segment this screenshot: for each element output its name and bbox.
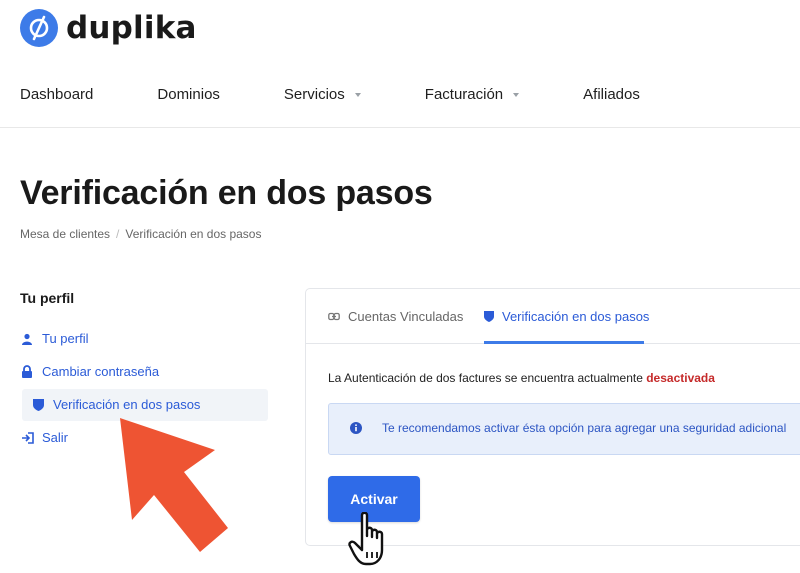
annotation-arrow-icon (120, 418, 228, 552)
brand-name: duplika (66, 10, 197, 46)
logout-icon (20, 431, 34, 445)
sidebar-heading: Tu perfil (20, 290, 75, 306)
nav-label: Facturación (424, 86, 504, 103)
shield-icon (484, 311, 494, 322)
header-divider (0, 127, 800, 128)
sidebar-item-change-password[interactable]: Cambiar contraseña (20, 364, 159, 379)
tab-label: Cuentas Vinculadas (348, 309, 464, 324)
breadcrumb-current: Verificación en dos pasos (125, 227, 262, 241)
duplika-logo-icon (20, 9, 58, 47)
brand-logo[interactable]: duplika (20, 9, 197, 47)
alert-message: Te recomendamos activar ésta opción para… (382, 421, 787, 435)
tab-two-step[interactable]: Verificación en dos pasos (484, 309, 649, 324)
sidebar-item-profile[interactable]: Tu perfil (20, 331, 88, 346)
tab-label: Verificación en dos pasos (502, 309, 650, 324)
two-step-status: La Autenticación de dos factures se encu… (328, 371, 715, 385)
breadcrumb-separator: / (116, 227, 120, 241)
status-text: La Autenticación de dos factures se encu… (328, 371, 647, 385)
hand-cursor-icon (348, 512, 384, 566)
tab-linked-accounts[interactable]: Cuentas Vinculadas (328, 309, 463, 324)
nav-label: Dashboard (20, 86, 94, 103)
main-nav: Dashboard Dominios Servicios Facturación… (20, 86, 704, 103)
sidebar-item-label: Cambiar contraseña (42, 364, 160, 379)
breadcrumb-home[interactable]: Mesa de clientes (20, 227, 110, 241)
status-badge: desactivada (646, 371, 715, 385)
info-icon (350, 422, 362, 434)
nav-afiliados[interactable]: Afiliados (583, 86, 640, 103)
nav-servicios[interactable]: Servicios (284, 86, 361, 103)
link-icon (328, 312, 340, 321)
sidebar-item-label: Tu perfil (42, 331, 89, 346)
nav-label: Servicios (283, 86, 345, 103)
shield-icon (31, 398, 45, 412)
nav-dashboard[interactable]: Dashboard (20, 86, 93, 103)
sidebar-item-label: Salir (42, 430, 69, 445)
user-icon (20, 332, 34, 346)
nav-dominios[interactable]: Dominios (157, 86, 220, 103)
nav-facturacion[interactable]: Facturación (424, 86, 520, 103)
nav-label: Afiliados (583, 86, 640, 103)
sidebar-item-logout[interactable]: Salir (20, 430, 68, 445)
active-tab-indicator (484, 341, 644, 344)
chevron-down-icon (513, 92, 520, 97)
nav-label: Dominios (157, 86, 220, 103)
page-title: Verificación en dos pasos (20, 174, 433, 212)
lock-icon (20, 365, 34, 379)
breadcrumb: Mesa de clientes / Verificación en dos p… (20, 227, 261, 241)
chevron-down-icon (354, 92, 361, 97)
